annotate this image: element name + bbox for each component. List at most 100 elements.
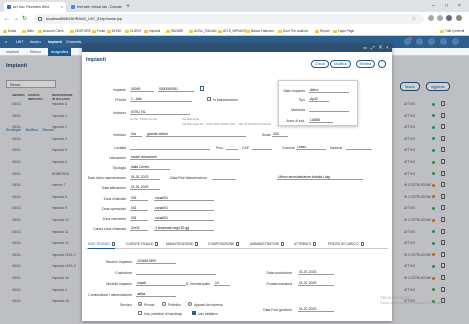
maintenance-start-field[interactable]: 01-01-2023 (130, 174, 160, 180)
street-prefix-field[interactable]: Via (130, 131, 142, 137)
minimize-icon[interactable]: – (432, 0, 435, 12)
logout-icon[interactable] (452, 38, 459, 45)
subnav-item[interactable]: Elenco (30, 48, 41, 56)
close-tab-icon[interactable]: × (61, 2, 63, 12)
residential-checkbox[interactable] (192, 311, 196, 315)
reload-icon[interactable]: ↻ (22, 15, 27, 23)
ops-zone-code[interactable]: 001 (130, 205, 148, 211)
bookmark-item[interactable]: Impianti (144, 26, 160, 36)
street-field[interactable]: grande dottori (146, 131, 246, 137)
hamburger-icon[interactable]: ≡ (5, 36, 7, 48)
intervention-zone-field[interactable]: zona001 (154, 215, 214, 221)
install-year-field[interactable]: LA858 (309, 117, 333, 123)
nav-item[interactable]: Anutru (30, 36, 41, 48)
bookmark-item[interactable]: Login Page (333, 26, 354, 36)
bookmark-item[interactable]: ODSTORE (70, 26, 91, 36)
delete-button[interactable]: Elimina (356, 60, 376, 68)
bookmark-item[interactable]: Dokia (3, 26, 16, 36)
plant-id-field[interactable]: 0000000081 (158, 86, 194, 92)
bookmark-item[interactable]: Dom The Anal/nic (278, 26, 308, 36)
status-select[interactable]: Attivo (309, 87, 349, 93)
location-field[interactable]: locale ubicazione (130, 154, 240, 160)
service-public-radio[interactable] (162, 302, 166, 306)
tab-attributes[interactable]: ATTRIBUTI (294, 240, 317, 249)
ops-zone-field[interactable]: zona001 (154, 205, 214, 211)
nav-item[interactable]: UNT (16, 36, 23, 48)
extension-icon[interactable] (437, 15, 443, 21)
help-icon[interactable] (428, 38, 435, 45)
model-field[interactable]: Impell (136, 280, 186, 286)
bookmark-item[interactable]: Account Client (38, 26, 64, 36)
cause-code[interactable]: ZnO0 (130, 225, 148, 231)
bookmark-item[interactable]: Allen (22, 26, 34, 36)
country-field[interactable] (346, 144, 372, 150)
nav-item[interactable]: Channels (66, 36, 81, 48)
locality-field[interactable] (130, 144, 210, 150)
activation-date-field[interactable]: 01-01-2023 (130, 184, 160, 190)
address-field[interactable]: ATSU VIL (130, 109, 190, 115)
type-field[interactable]: Ap42 (309, 96, 329, 102)
new-tab-icon[interactable]: + (126, 2, 130, 11)
bookmark-item[interactable]: ACSU_ITALIAN (189, 26, 216, 36)
nav-item[interactable]: Impianti (48, 36, 62, 48)
bookmark-item[interactable]: Fonte (92, 26, 105, 36)
handicap-checkbox[interactable] (138, 311, 142, 315)
tab-administrators[interactable]: AMMINISTRATORI (250, 240, 285, 249)
subnav-item-active[interactable]: Anagrafica (48, 48, 72, 56)
browser-tab[interactable]: test web virtual tab - Docum × (68, 2, 124, 12)
maintenance-checkbox[interactable] (207, 97, 211, 101)
maximize-icon[interactable]: □ (445, 0, 448, 12)
city-field[interactable]: Lanzo (296, 144, 326, 150)
bookmark-item[interactable]: ATLS_IMPIANTI (218, 26, 246, 36)
close-window-icon[interactable]: × (458, 0, 461, 12)
tab-technical[interactable]: DATI TECNICI (88, 240, 115, 249)
edit-button[interactable]: Modifica (330, 60, 351, 68)
back-icon[interactable]: ← (4, 15, 10, 23)
fuel-field[interactable]: aletta (136, 291, 176, 297)
priority-select[interactable]: 1 - Alta (130, 96, 192, 102)
attach-icon[interactable] (200, 86, 204, 91)
bookmark-item[interactable]: Tutti i preferiti (440, 26, 464, 36)
management-date-field[interactable]: 01-07-2023 (298, 306, 334, 312)
intervention-zone-code[interactable]: 001 (130, 215, 148, 221)
serial-field[interactable] (309, 106, 349, 112)
plant-number-field[interactable]: 1234567890 (136, 258, 176, 264)
call-zone-code[interactable]: 001 (130, 195, 148, 201)
settings-icon[interactable] (416, 38, 423, 45)
more-icon[interactable]: ⋮ (378, 60, 386, 68)
manufacturer-field[interactable] (136, 269, 216, 275)
bookmark-star-icon[interactable]: ☆ (412, 14, 416, 24)
window-icon[interactable]: ▭ (363, 44, 367, 52)
cause-field[interactable]: 3 chiamate negli 30 gg (154, 225, 214, 231)
user-avatar[interactable] (440, 38, 447, 45)
browser-tab[interactable]: Art 4cu: Recrutes Wed × (4, 2, 66, 12)
bookmark-item[interactable]: WIZARE (166, 26, 183, 36)
call-zone-field[interactable]: zona001 (154, 195, 214, 201)
maintenance-end-field[interactable] (212, 174, 236, 180)
administrator-field[interactable]: Ultimo amministratore.bobida Luigi (277, 174, 363, 180)
tab-prices[interactable]: PREZZI IN CARICO (328, 240, 364, 249)
tab-composition[interactable]: COMPOSIZIONE (208, 240, 240, 249)
plant-code-field[interactable]: 00045 (130, 86, 154, 92)
forward-icon[interactable]: → (13, 15, 19, 23)
build-date-field[interactable]: 01-07-2023 (298, 269, 334, 275)
tab-customer[interactable]: CLIENTE FINALE (126, 240, 159, 249)
province-field[interactable] (226, 144, 238, 150)
bookmark-item[interactable]: CLIENT (125, 26, 141, 36)
service-company-radio[interactable] (188, 302, 192, 306)
url-field[interactable]: localhost8080/AHRAN2_U97_81ep/home.jsp ☆ (34, 14, 424, 24)
close-modal-icon[interactable]: × (386, 44, 389, 52)
close-button[interactable]: Chiudi (311, 60, 329, 68)
type-field[interactable]: Italia Centro (130, 164, 170, 170)
service-private-radio[interactable] (138, 302, 142, 306)
bookmark-item[interactable]: DHNO (107, 26, 121, 36)
bookmark-item[interactable]: Banca Fatturam (246, 26, 274, 36)
close-tab-icon[interactable]: × (119, 2, 121, 12)
expand-icon[interactable]: ⤢ (371, 44, 375, 52)
bookmark-item[interactable]: Report (315, 26, 330, 36)
extension-icon[interactable] (428, 15, 434, 21)
subnav-item[interactable]: Impianti (6, 48, 19, 56)
detach-icon[interactable]: ⇱ (379, 44, 383, 52)
tab-maintenance[interactable]: MANUTENZIONE (166, 240, 199, 249)
profile-icon[interactable] (446, 15, 452, 21)
